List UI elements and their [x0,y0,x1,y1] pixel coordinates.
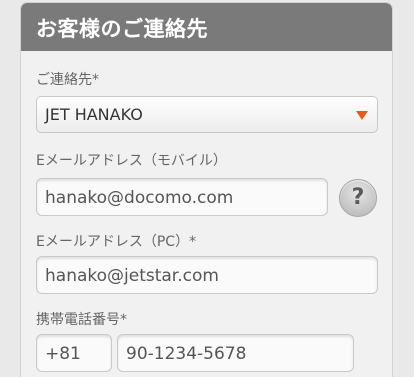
panel-title: お客様のご連絡先 [36,17,208,41]
contact-label: ご連絡先* [36,72,99,88]
email-pc-label: Eメールアドレス（PC）* [36,234,197,250]
chevron-down-icon [356,111,368,120]
email-pc-input[interactable]: hanako@jetstar.com [36,256,378,294]
email-mobile-value: hanako@docomo.com [45,188,234,208]
mobile-phone-label: 携帯電話番号* [36,312,127,328]
panel-header: お客様のご連絡先 [21,3,392,51]
contact-details-panel: お客様のご連絡先 ご連絡先* JET HANAKO Eメールアドレス（モバイル）… [20,2,393,377]
email-mobile-input[interactable]: hanako@docomo.com [36,178,328,216]
phone-number-value: 90-1234-5678 [126,344,247,364]
email-pc-value: hanako@jetstar.com [45,266,219,286]
country-code-input[interactable]: +81 [36,334,112,372]
help-button[interactable]: ? [339,179,377,217]
contact-select-value: JET HANAKO [45,105,143,124]
country-code-value: +81 [45,344,81,364]
question-icon: ? [351,185,365,210]
email-mobile-label: Eメールアドレス（モバイル） [36,153,227,169]
phone-number-input[interactable]: 90-1234-5678 [117,334,354,372]
contact-select[interactable]: JET HANAKO [36,96,378,133]
